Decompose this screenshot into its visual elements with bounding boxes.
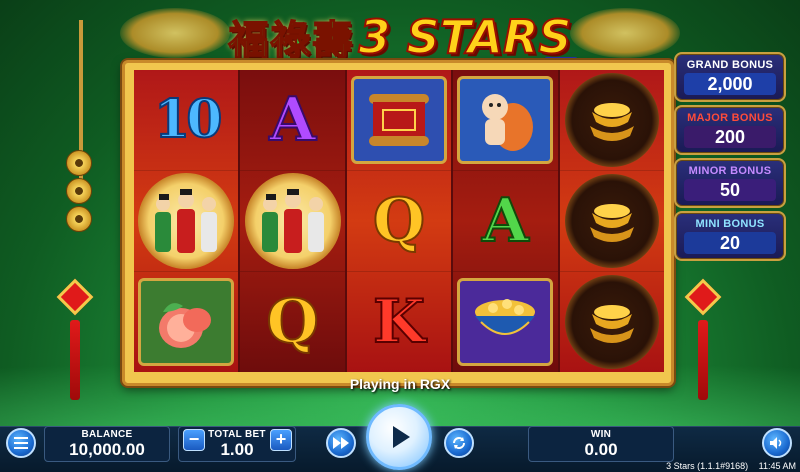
version-text: 3 Stars (1.1.1#9168): [666, 461, 749, 471]
jackpot-value: 2,000: [684, 73, 776, 95]
symbol-ten: 10: [153, 89, 223, 150]
play-icon: [393, 426, 410, 448]
symbol-cell: K: [347, 272, 451, 372]
jackpot-label: GRAND BONUS: [686, 59, 774, 71]
turbo-button[interactable]: [326, 428, 356, 458]
jackpot-label: MAJOR BONUS: [687, 112, 773, 124]
game-title: 福祿壽 3 STARS by JVL: [200, 6, 600, 68]
symbol-cell: [240, 171, 345, 272]
symbol-cell: [559, 171, 665, 272]
jackpot-major: MAJOR BONUS 200: [674, 105, 786, 155]
gold-ingot-icon: [564, 73, 659, 167]
jackpot-value: 50: [684, 179, 776, 201]
jackpot-grand: GRAND BONUS 2,000: [674, 52, 786, 102]
symbol-cell: A: [453, 171, 558, 272]
gold-ingot-icon: [564, 275, 659, 369]
reel-4: A: [453, 70, 558, 372]
symbol-cell: Q: [240, 272, 344, 372]
sound-button[interactable]: [762, 428, 792, 458]
boy-with-koi-icon: [457, 76, 554, 164]
jackpot-mini: MINI BONUS 20: [674, 211, 786, 261]
reel-grid: 10 A Q Q K A: [134, 70, 665, 372]
jackpot-label: MINOR BONUS: [688, 165, 772, 177]
symbol-q: Q: [372, 186, 426, 256]
symbol-cell: Q: [346, 171, 452, 272]
fast-forward-icon: [333, 437, 349, 449]
reel-5: [559, 70, 665, 372]
symbol-k: K: [372, 287, 426, 357]
autoplay-button[interactable]: [444, 428, 474, 458]
balance-value: 10,000.00: [69, 439, 145, 459]
symbol-a: A: [268, 85, 317, 155]
symbol-cell: [453, 272, 557, 372]
reel-1: 10: [134, 70, 239, 372]
win-value: 0.00: [584, 439, 618, 459]
fu-lu-shou-gods-icon: [244, 173, 341, 269]
coin-icon: [66, 206, 92, 232]
menu-icon: [14, 437, 28, 449]
jackpot-panel: GRAND BONUS 2,000 MAJOR BONUS 200 MINOR …: [674, 52, 786, 264]
symbol-cell: [134, 272, 238, 372]
status-message: Playing in RGX: [349, 376, 451, 392]
symbol-cell: 10: [134, 70, 239, 171]
symbol-cell: [346, 70, 452, 171]
symbol-cell: [559, 70, 665, 171]
total-bet-value: 1.00: [220, 439, 254, 459]
coin-icon: [66, 150, 92, 176]
title-chinese: 福祿壽: [228, 16, 355, 65]
spin-button[interactable]: [366, 404, 432, 470]
total-bet-label: TOTAL BET: [208, 428, 266, 440]
gold-coin-bowl-icon: [457, 278, 554, 366]
fu-lu-shou-gods-icon: [138, 173, 235, 269]
win-panel: WIN 0.00: [528, 426, 674, 462]
jackpot-label: MINI BONUS: [695, 218, 765, 230]
jackpot-value: 200: [684, 126, 776, 148]
symbol-cell: A: [240, 70, 345, 171]
title-stars: 3 STARS: [357, 9, 572, 65]
bet-decrease-button[interactable]: −: [183, 429, 205, 451]
jackpot-minor: MINOR BONUS 50: [674, 158, 786, 208]
balance-label: BALANCE: [81, 428, 133, 440]
coin-icon: [66, 178, 92, 204]
version-info: 3 Stars (1.1.1#9168) 11:45 AM: [666, 461, 796, 471]
menu-button[interactable]: [6, 428, 36, 458]
speaker-icon: [770, 437, 782, 449]
clock-text: 11:45 AM: [758, 461, 796, 471]
bet-increase-button[interactable]: +: [270, 429, 292, 451]
symbol-q: Q: [265, 287, 319, 357]
win-label: WIN: [590, 428, 612, 440]
jackpot-value: 20: [684, 232, 776, 254]
peach-icon: [138, 278, 235, 366]
gold-ingot-icon: [564, 174, 659, 268]
symbol-cell: [560, 272, 664, 372]
balance-panel: BALANCE 10,000.00: [44, 426, 170, 462]
autoplay-icon: [453, 437, 465, 449]
symbol-cell: [453, 70, 558, 171]
symbol-a: A: [481, 186, 530, 256]
reel-2: A Q: [240, 70, 345, 372]
reel-3: Q K: [346, 70, 452, 372]
symbol-cell: [134, 171, 239, 272]
scroll-icon: [351, 76, 448, 164]
